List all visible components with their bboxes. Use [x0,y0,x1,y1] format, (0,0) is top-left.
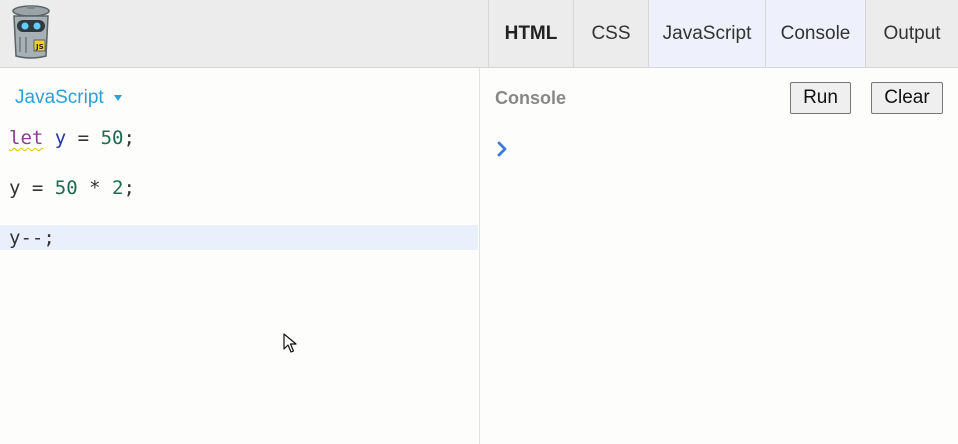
code-editor-pane[interactable]: JavaScript let y = 50; y = 50 * 2; y--; [0,68,480,444]
operator-token: = [20,177,55,199]
operator-token: = [66,127,101,149]
number-token: 2 [112,177,124,199]
language-select-label: JavaScript [15,87,104,108]
semicolon-token: ; [123,127,135,149]
console-pane: Console Run Clear [481,68,958,444]
language-select[interactable]: JavaScript [15,87,122,109]
caret-down-icon [113,95,122,101]
code-line-2[interactable]: y = 50 * 2; [9,176,135,200]
tab-html[interactable]: HTML [488,0,573,67]
variable-token: y [54,127,67,149]
number-token: 50 [100,127,124,149]
run-button[interactable]: Run [790,82,851,114]
variable-token: y [9,177,21,199]
mouse-pointer-icon [283,333,297,353]
code-line-1[interactable]: let y = 50; [9,126,135,150]
operator-token: * [77,177,112,199]
keyword-token: let [9,127,44,149]
trash-can-robot-logo-icon: JS [12,5,50,59]
chevron-right-icon [497,141,507,157]
clear-button[interactable]: Clear [871,82,943,114]
tab-javascript[interactable]: JavaScript [648,0,765,67]
console-title: Console [495,88,567,108]
tab-css[interactable]: CSS [573,0,648,67]
view-tabs: HTML CSS JavaScript Console Output [488,0,958,67]
svg-text:JS: JS [35,43,44,51]
code-line-3[interactable]: y--; [9,226,55,250]
semicolon-token: ; [123,177,135,199]
top-bar: JS HTML CSS JavaScript Console Output [0,0,958,68]
number-token: 50 [54,177,78,199]
tab-console[interactable]: Console [765,0,865,67]
active-line-highlight [0,225,478,250]
tab-output[interactable]: Output [865,0,958,67]
